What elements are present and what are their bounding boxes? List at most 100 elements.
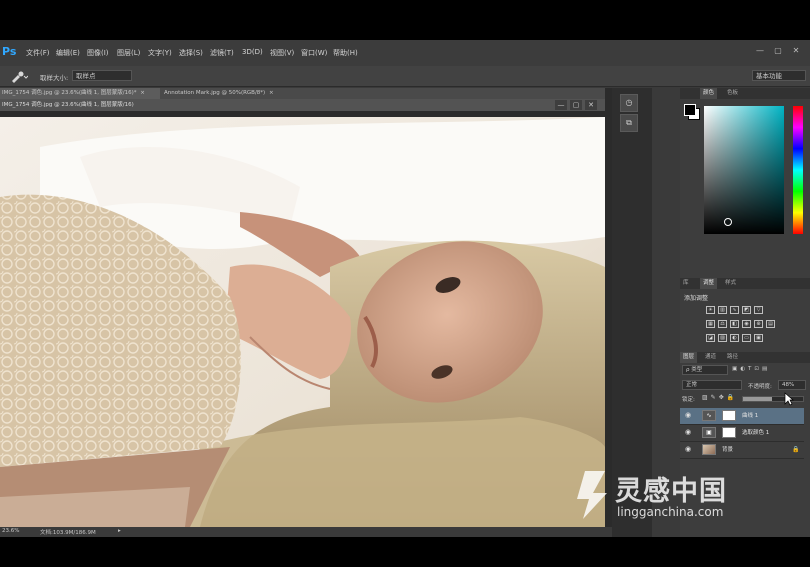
hue-slider[interactable]: [793, 106, 803, 234]
adjustments-title: 添加调整: [684, 295, 709, 302]
menu-type[interactable]: 文字(Y): [148, 48, 172, 58]
selective-color-adjustment-icon: ▣: [702, 427, 716, 438]
menu-view[interactable]: 视图(V): [270, 48, 294, 58]
black-white-icon[interactable]: ◧: [730, 320, 739, 328]
tab-libraries[interactable]: 库: [680, 278, 692, 289]
visibility-eye-icon[interactable]: ◉: [685, 411, 691, 419]
watermark-text-cn: 灵感中国: [615, 476, 727, 507]
color-picker-cursor[interactable]: [724, 218, 732, 226]
status-bar: 23.6% 文档:103.9M/186.9M ▸: [0, 527, 612, 537]
menu-window[interactable]: 窗口(W): [301, 48, 327, 58]
tab-adjustments[interactable]: 调整: [700, 278, 718, 289]
foreground-color-swatch[interactable]: [684, 104, 696, 116]
menu-filter[interactable]: 滤镜(T): [210, 48, 234, 58]
layer-row-curves[interactable]: ◉ ∿ 曲线 1: [680, 408, 804, 425]
layers-panel-tabs: 图层 通道 路径: [680, 352, 810, 363]
layer-mask-thumbnail[interactable]: [722, 427, 736, 438]
tab-styles[interactable]: 样式: [722, 278, 739, 289]
watermark-logo-icon: [575, 469, 613, 521]
properties-panel-icon[interactable]: ⧉: [620, 114, 638, 132]
tab-paths[interactable]: 路径: [724, 352, 741, 363]
history-panel-icon[interactable]: ◷: [620, 94, 638, 112]
sample-size-dropdown[interactable]: 取样点: [72, 70, 132, 81]
menu-edit[interactable]: 编辑(E): [56, 48, 80, 58]
tab-close-icon[interactable]: ×: [269, 90, 274, 96]
menu-image[interactable]: 图像(I): [87, 48, 109, 58]
color-picker-field[interactable]: [704, 106, 784, 234]
image-canvas[interactable]: [0, 117, 605, 527]
document-area: IMG_1754 调色.jpg @ 23.6%(曲线 1, 图层蒙版/16)* …: [0, 88, 612, 537]
document-titlebar[interactable]: IMG_1754 调色.jpg @ 23.6%(曲线 1, 图层蒙版/16) —…: [0, 99, 605, 111]
menu-bar: Ps 文件(F) 编辑(E) 图像(I) 图层(L) 文字(Y) 选择(S) 滤…: [0, 40, 810, 67]
sample-size-label: 取样大小:: [40, 74, 69, 82]
layer-name[interactable]: 背景: [722, 445, 733, 453]
app-logo: Ps: [2, 45, 17, 58]
menu-3d[interactable]: 3D(D): [242, 48, 263, 56]
layer-name[interactable]: 选取颜色 1: [742, 428, 769, 436]
levels-icon[interactable]: ▥: [718, 306, 727, 314]
eyedropper-icon[interactable]: [8, 69, 29, 83]
opacity-label: 不透明度:: [748, 384, 772, 390]
doc-maximize-icon[interactable]: ▢: [570, 100, 582, 110]
adjustment-icons: ☀ ▥ ∿ ◩ ▽ ▦ ⚖ ◧ ◉ ⊕ ▤ ◪ ▨ ◐ ▭ ▣: [706, 306, 806, 350]
menu-layer[interactable]: 图层(L): [117, 48, 140, 58]
lock-icon: 🔒: [792, 446, 800, 453]
lock-icons[interactable]: ▨✎✥🔒: [702, 394, 742, 402]
doc-close-icon[interactable]: ✕: [585, 100, 597, 110]
adjustments-panel-tabs: 库 调整 样式: [680, 278, 810, 289]
opacity-slider[interactable]: [742, 396, 804, 402]
watermark: 灵感中国 lingganchina.com: [575, 467, 795, 527]
invert-icon[interactable]: ◪: [706, 334, 715, 342]
selective-color-icon[interactable]: ▣: [754, 334, 763, 342]
doc-minimize-icon[interactable]: —: [555, 100, 567, 110]
gradient-map-icon[interactable]: ▭: [742, 334, 751, 342]
tab-channels[interactable]: 通道: [702, 352, 719, 363]
menu-help[interactable]: 帮助(H): [333, 48, 358, 58]
layer-thumbnail: [702, 444, 716, 455]
document-tab-active[interactable]: IMG_1754 调色.jpg @ 23.6%(曲线 1, 图层蒙版/16)* …: [0, 88, 160, 99]
document-tab-bar: IMG_1754 调色.jpg @ 23.6%(曲线 1, 图层蒙版/16)* …: [0, 88, 605, 99]
tab-color[interactable]: 颜色: [700, 88, 718, 99]
opacity-slider-fill: [743, 397, 772, 401]
tab-layers[interactable]: 图层: [680, 352, 698, 363]
channel-mixer-icon[interactable]: ⊕: [754, 320, 763, 328]
threshold-icon[interactable]: ◐: [730, 334, 739, 342]
curves-adjustment-icon: ∿: [702, 410, 716, 421]
curves-icon[interactable]: ∿: [730, 306, 739, 314]
blend-mode-dropdown[interactable]: 正常: [682, 380, 742, 390]
hue-saturation-icon[interactable]: ▦: [706, 320, 715, 328]
vibrance-icon[interactable]: ▽: [754, 306, 763, 314]
layer-row-background[interactable]: ◉ 背景 🔒: [680, 442, 804, 459]
document-title: IMG_1754 调色.jpg @ 23.6%(曲线 1, 图层蒙版/16): [2, 102, 134, 108]
layer-name[interactable]: 曲线 1: [742, 411, 758, 419]
tab-swatches[interactable]: 色板: [724, 88, 741, 99]
maximize-icon[interactable]: ▢: [772, 46, 784, 56]
color-lookup-icon[interactable]: ▤: [766, 320, 775, 328]
photoshop-window: Ps 文件(F) 编辑(E) 图像(I) 图层(L) 文字(Y) 选择(S) 滤…: [0, 40, 810, 537]
lock-label: 锁定:: [682, 397, 695, 403]
exposure-icon[interactable]: ◩: [742, 306, 751, 314]
menu-file[interactable]: 文件(F): [26, 48, 50, 58]
posterize-icon[interactable]: ▨: [718, 334, 727, 342]
document-info[interactable]: 文档:103.9M/186.9M: [40, 528, 96, 536]
opacity-field[interactable]: 48%: [778, 380, 806, 390]
portrait-photo: [0, 117, 605, 527]
zoom-readout[interactable]: 23.6%: [2, 528, 19, 534]
menu-select[interactable]: 选择(S): [179, 48, 203, 58]
tab-close-icon[interactable]: ×: [140, 90, 145, 96]
visibility-eye-icon[interactable]: ◉: [685, 428, 691, 436]
color-balance-icon[interactable]: ⚖: [718, 320, 727, 328]
photo-filter-icon[interactable]: ◉: [742, 320, 751, 328]
layer-kind-filter[interactable]: ρ 类型: [682, 365, 728, 375]
document-tab[interactable]: Annotation Mark.jpg @ 50%(RGB/8*) ×: [162, 88, 287, 99]
workspace-dropdown[interactable]: 基本功能: [752, 70, 806, 81]
layer-filter-icons[interactable]: ▣◐T⊡▤: [732, 366, 802, 374]
layer-row-selective-color[interactable]: ◉ ▣ 选取颜色 1: [680, 425, 804, 442]
status-arrow-icon[interactable]: ▸: [118, 528, 121, 534]
close-icon[interactable]: ✕: [790, 46, 802, 56]
minimize-icon[interactable]: —: [754, 46, 766, 56]
brightness-icon[interactable]: ☀: [706, 306, 715, 314]
layer-mask-thumbnail[interactable]: [722, 410, 736, 421]
layers-list: ◉ ∿ 曲线 1 ◉ ▣ 选取颜色 1 ◉ 背景 🔒: [680, 408, 804, 468]
visibility-eye-icon[interactable]: ◉: [685, 445, 691, 453]
